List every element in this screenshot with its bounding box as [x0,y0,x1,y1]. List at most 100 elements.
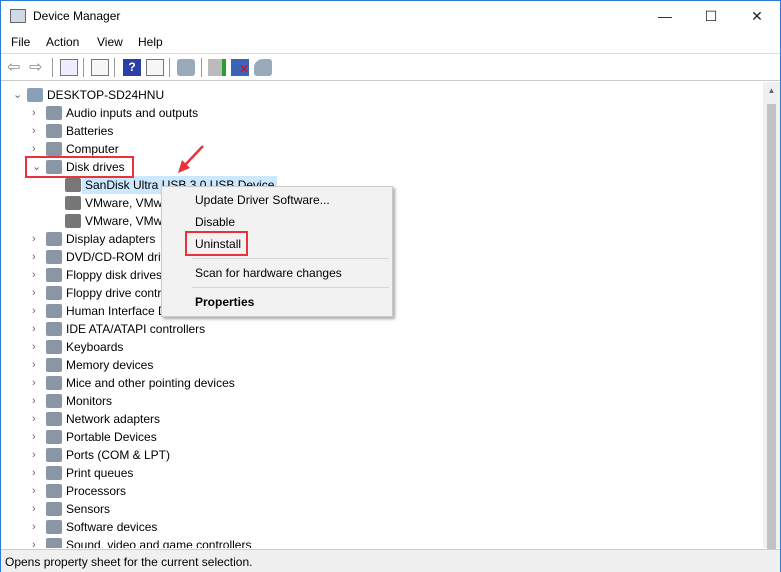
device-category-icon [27,88,43,102]
expand-chevron-icon[interactable]: › [32,320,42,338]
device-category-icon [46,538,62,548]
expand-chevron-icon[interactable]: › [32,464,42,482]
tree-item-label: Keyboards [66,340,124,354]
tree-item-label: Processors [66,484,127,498]
device-category-icon [46,376,62,390]
tree-item[interactable]: › Ports (COM & LPT) [1,446,761,464]
tree-item[interactable]: › Sensors [1,500,761,518]
expand-chevron-icon[interactable]: › [32,248,42,266]
menu-item-update-driver[interactable]: Update Driver Software... [195,193,330,207]
device-category-icon [46,106,62,120]
update-driver-icon[interactable] [208,59,226,76]
menu-action[interactable]: Action [46,35,79,49]
tree-item-label: Mice and other pointing devices [66,376,235,390]
expand-chevron-icon[interactable]: › [32,338,42,356]
device-category-icon [46,250,62,264]
scan-hardware-icon[interactable] [177,59,195,76]
back-icon[interactable]: ⇦ [7,59,25,76]
uninstall-icon[interactable]: ✕ [231,59,249,76]
expand-chevron-icon[interactable]: › [32,518,42,536]
tree-item-label: Memory devices [66,358,154,372]
tree-item-label: Floppy disk drives [66,268,163,282]
device-category-icon [46,502,62,516]
minimize-button[interactable]: — [642,1,688,32]
tree-item-label: Software devices [66,520,158,534]
expand-chevron-icon[interactable]: › [32,428,42,446]
tree-root-computer[interactable]: ⌄ DESKTOP-SD24HNU [1,86,761,104]
help-icon[interactable]: ? [123,59,141,76]
device-category-icon [46,430,62,444]
menu-item-disable[interactable]: Disable [195,215,235,229]
device-manager-icon [10,9,26,23]
disable-icon[interactable] [254,59,272,76]
device-category-icon [46,142,62,156]
disk-drive-icon [65,196,81,210]
device-category-icon [46,286,62,300]
device-category-icon [46,412,62,426]
menu-help[interactable]: Help [138,35,163,49]
action-pane-icon[interactable] [146,59,164,76]
highlight-uninstall [185,231,248,256]
tree-item[interactable]: › Memory devices [1,356,761,374]
maximize-button[interactable]: ☐ [688,1,734,32]
title-bar: Device Manager — ☐ ✕ [1,1,780,32]
expand-chevron-icon[interactable]: › [32,536,42,548]
tree-item-label: Monitors [66,394,113,408]
expand-chevron-icon[interactable]: ⌄ [13,86,23,104]
tree-item-label: Print queues [66,466,134,480]
menu-item-properties[interactable]: Properties [195,295,254,309]
tree-item-label: Batteries [66,124,114,138]
device-category-icon [46,448,62,462]
device-category-icon [46,268,62,282]
expand-chevron-icon[interactable]: › [32,410,42,428]
expand-chevron-icon[interactable]: › [32,284,42,302]
status-bar: Opens property sheet for the current sel… [1,549,780,572]
expand-chevron-icon[interactable]: › [32,482,42,500]
tree-item-label: IDE ATA/ATAPI controllers [66,322,206,336]
tree-item[interactable]: › Audio inputs and outputs [1,104,761,122]
tree-item-label: Sensors [66,502,111,516]
menu-view[interactable]: View [97,35,123,49]
device-category-icon [46,394,62,408]
expand-chevron-icon[interactable]: › [32,266,42,284]
tree-item[interactable]: › Print queues [1,464,761,482]
tree-item-label: Display adapters [66,232,156,246]
expand-chevron-icon[interactable]: › [32,122,42,140]
tree-item[interactable]: › Processors [1,482,761,500]
expand-chevron-icon[interactable]: › [32,500,42,518]
tree-item-label: DESKTOP-SD24HNU [47,88,165,102]
device-category-icon [46,466,62,480]
expand-chevron-icon[interactable]: › [32,392,42,410]
expand-chevron-icon[interactable]: › [32,374,42,392]
expand-chevron-icon[interactable]: › [32,446,42,464]
window-title: Device Manager [33,9,121,23]
properties-icon[interactable] [91,59,109,76]
menu-file[interactable]: File [11,35,30,49]
tree-item[interactable]: › Mice and other pointing devices [1,374,761,392]
forward-icon[interactable]: ⇨ [29,59,47,76]
tree-item[interactable]: › Keyboards [1,338,761,356]
expand-chevron-icon[interactable]: › [32,230,42,248]
tree-item-label: Audio inputs and outputs [66,106,199,120]
tree-item[interactable]: › IDE ATA/ATAPI controllers [1,320,761,338]
red-arrow-icon [178,145,204,173]
show-hide-console-tree-icon[interactable] [60,59,78,76]
tree-item[interactable]: › Portable Devices [1,428,761,446]
close-button[interactable]: ✕ [734,1,780,32]
device-category-icon [46,124,62,138]
menu-item-scan[interactable]: Scan for hardware changes [195,266,342,280]
scrollbar-thumb[interactable] [767,104,776,549]
expand-chevron-icon[interactable]: › [32,356,42,374]
device-category-icon [46,232,62,246]
expand-chevron-icon[interactable]: › [32,104,42,122]
tree-item[interactable]: › Sound, video and game controllers [1,536,761,548]
tree-item[interactable]: › Network adapters [1,410,761,428]
device-category-icon [46,304,62,318]
expand-chevron-icon[interactable]: › [32,302,42,320]
tree-item[interactable]: › Software devices [1,518,761,536]
device-category-icon [46,520,62,534]
vertical-scrollbar[interactable]: ▲ [763,82,780,549]
tree-item-label: Network adapters [66,412,161,426]
tree-item[interactable]: › Monitors [1,392,761,410]
tree-item[interactable]: › Batteries [1,122,761,140]
